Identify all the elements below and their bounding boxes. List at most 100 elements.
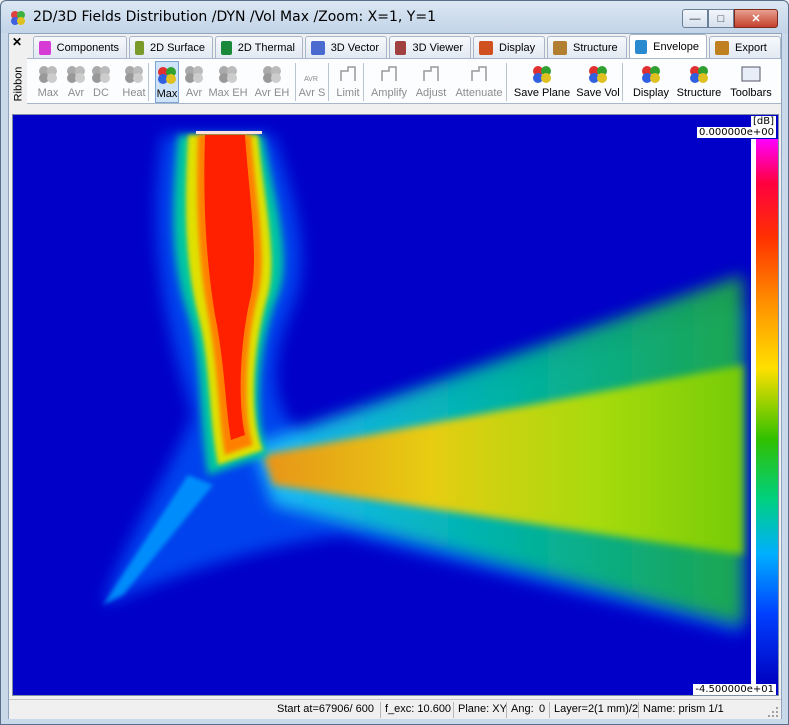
tab-structure[interactable]: Structure: [547, 36, 627, 58]
toolbar-avr-s-button[interactable]: AVR Avr S: [298, 61, 326, 103]
max-dc-icon: [39, 66, 57, 83]
status-plane: Plane: XY: [458, 703, 507, 715]
structure-tool-icon: [690, 66, 708, 83]
colorbar-max-label: 0.000000e+00: [697, 127, 776, 138]
tab-label: Display: [499, 41, 536, 54]
toolbar-limit-button[interactable]: Limit: [335, 61, 361, 103]
status-bar: Start at=67906/ 600 f_exc: 10.600 Plane:…: [9, 699, 781, 719]
tab-label: 3D Viewer: [412, 41, 463, 54]
tab-envelope[interactable]: Envelope: [629, 34, 707, 58]
max-icon: [158, 67, 176, 84]
2d-surface-icon: [135, 40, 144, 55]
tab-label: Components: [56, 41, 119, 54]
toolbar-button-label: Save Plane: [513, 87, 571, 99]
toolbar-button-label: Display: [632, 87, 670, 99]
avr-icon: [185, 66, 203, 83]
toolbar-dc-button[interactable]: DC: [90, 61, 112, 103]
toolbar-button-label: Max EH: [208, 87, 248, 99]
minimize-button[interactable]: —: [682, 9, 708, 28]
ribbon-close-button[interactable]: ✕: [12, 35, 22, 49]
toolbar-button-label: Max: [156, 88, 178, 100]
heat-icon: [125, 66, 143, 83]
ribbon-side-panel: ✕ Ribbon: [9, 34, 27, 106]
app-icon: [11, 11, 25, 25]
avr-s-icon: AVR: [304, 76, 318, 83]
tab-3d-vector[interactable]: 3D Vector: [305, 36, 387, 58]
2d-thermal-icon: [221, 40, 232, 55]
toolbar-heat-button[interactable]: Heat: [119, 61, 149, 103]
tab-label: 2D Surface: [149, 41, 205, 54]
toolbar-amplify-button[interactable]: Amplify: [369, 61, 409, 103]
toolbar-button-label: Adjust: [415, 87, 447, 99]
max-eh-icon: [219, 66, 237, 83]
toolbar-button-label: Avr: [185, 87, 203, 99]
toolbar-button-label: Avr: [67, 87, 85, 99]
toolbar-save-vol-button[interactable]: Save Vol: [575, 61, 621, 103]
save-vol-icon: [589, 66, 607, 83]
toolbar-attenuate-button[interactable]: Attenuate: [453, 61, 505, 103]
toolbar-button-label: Limit: [336, 87, 360, 99]
toolbar-avr-button[interactable]: Avr: [183, 61, 205, 103]
status-start: Start at=67906/ 600: [277, 703, 374, 715]
save-plane-icon: [533, 66, 551, 83]
limit-icon: [340, 66, 356, 81]
tab-label: Export: [735, 41, 767, 54]
toolbar-button-label: Attenuate: [455, 87, 503, 99]
toolbar-toolbars-button[interactable]: Toolbars: [728, 61, 774, 103]
toolbar-avr-button[interactable]: Avr: [65, 61, 87, 103]
toolbar-save-plane-button[interactable]: Save Plane: [513, 61, 571, 103]
toolbar-max-button[interactable]: Max: [37, 61, 59, 103]
resize-grip-icon[interactable]: [767, 706, 779, 718]
dc-icon: [92, 66, 110, 83]
avr-dc-icon: [67, 66, 85, 83]
toolbar-separator: [148, 63, 149, 101]
toolbar-adjust-button[interactable]: Adjust: [413, 61, 449, 103]
close-button[interactable]: ✕: [734, 9, 778, 28]
export-icon: [715, 40, 729, 55]
toolbar-separator: [363, 63, 364, 101]
tab-display[interactable]: Display: [473, 36, 545, 58]
field-distribution-plot[interactable]: [dB] 0.000000e+00 -4.500000e+01: [12, 114, 779, 696]
tab-label: Structure: [573, 41, 618, 54]
maximize-button[interactable]: □: [708, 9, 734, 28]
tab-2d-surface[interactable]: 2D Surface: [129, 36, 213, 58]
3d-vector-icon: [311, 40, 325, 55]
toolbar-button-label: Amplify: [370, 87, 408, 99]
toolbar-display-button[interactable]: Display: [632, 61, 670, 103]
components-icon: [39, 40, 51, 55]
3d-viewer-icon: [395, 40, 407, 55]
tab-label: Envelope: [653, 40, 699, 53]
toolbar-button-label: Max: [37, 87, 59, 99]
toolbar-separator: [328, 63, 329, 101]
tab-2d-thermal[interactable]: 2D Thermal: [215, 36, 303, 58]
field-map: [13, 115, 778, 695]
toolbar-max-eh-button[interactable]: Max EH: [208, 61, 248, 103]
adjust-icon: [423, 66, 439, 81]
toolbar-max-button[interactable]: Max: [155, 61, 179, 103]
tab-label: 2D Thermal: [237, 41, 295, 54]
toolbar-separator: [506, 63, 507, 101]
toolbar-button-label: DC: [93, 87, 109, 99]
status-name: Name: prism 1/1: [643, 703, 724, 715]
status-angle-label: Ang:: [511, 703, 534, 715]
title-bar[interactable]: 2D/3D Fields Distribution /DYN /Vol Max …: [1, 1, 788, 33]
toolbar-structure-button[interactable]: Structure: [675, 61, 723, 103]
tab-3d-viewer[interactable]: 3D Viewer: [389, 36, 471, 58]
toolbar-button-label: Save Vol: [576, 87, 620, 99]
envelope-icon: [635, 39, 648, 54]
colorbar-min-label: -4.500000e+01: [693, 684, 776, 695]
ribbon-toolbar: Max Avr DC Heat Max Avr Max EH Avr EH AVR Avr S Li…: [27, 58, 781, 104]
ribbon-label: Ribbon: [12, 66, 25, 102]
colorbar: [756, 139, 778, 685]
tab-components[interactable]: Components: [33, 36, 127, 58]
toolbar-avr-eh-button[interactable]: Avr EH: [253, 61, 291, 103]
display-tool-icon: [642, 66, 660, 83]
status-angle-value: 0: [539, 703, 546, 715]
ribbon-tabs: Components 2D Surface 2D Thermal 3D Vector 3…: [33, 34, 783, 58]
status-frequency: f_exc: 10.600: [385, 703, 452, 715]
svg-text:AVR: AVR: [304, 76, 318, 83]
client-area: ✕ Ribbon Components 2D Surface 2D Thermal 3…: [8, 33, 782, 719]
tab-export[interactable]: Export: [709, 36, 781, 58]
application-window: 2D/3D Fields Distribution /DYN /Vol Max …: [0, 0, 789, 725]
toolbars-icon: [741, 66, 761, 82]
